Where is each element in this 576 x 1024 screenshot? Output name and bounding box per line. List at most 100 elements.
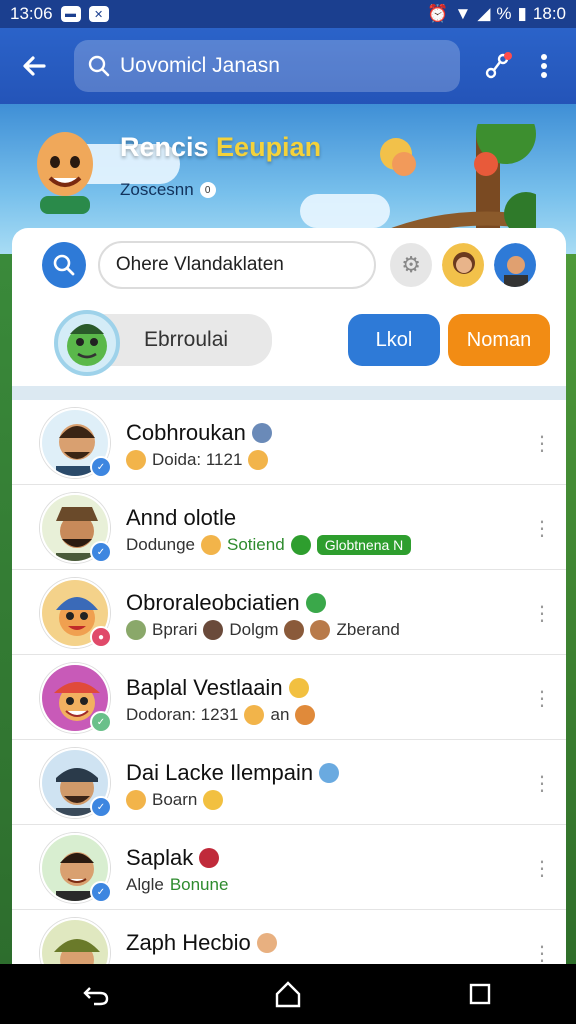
contact-subtitle: Dodoran: 1231 an: [126, 705, 316, 725]
search-button[interactable]: [42, 242, 86, 288]
check-emoji-icon: [290, 535, 311, 555]
more-vert-icon: [541, 54, 547, 78]
contact-subtitle: Doida: 1121: [126, 450, 269, 470]
settings-button[interactable]: ⚙: [390, 243, 433, 287]
contact-name: Annd olotle: [126, 505, 236, 531]
contact-subtitle-text: Dodoran: 1231: [126, 705, 239, 724]
smile-emoji-icon: [201, 535, 222, 555]
status-bar: 13:06 ▬ ✕ ⏰ ▼ ◢ % ▮ 18:0: [0, 0, 576, 28]
contact-row[interactable]: ● Obroraleobciatien Bprari Dolgm Zberand ⋮: [12, 570, 566, 655]
contact-row[interactable]: ✓ Baplal Vestlaain Dodoran: 1231 an ⋮: [12, 655, 566, 740]
face-emoji-icon: [244, 705, 265, 725]
contact-name-text: Annd olotle: [126, 505, 237, 530]
more-vert-icon: ⋮: [532, 687, 552, 710]
filter-row: Ohere Vlandaklaten ⚙: [12, 228, 566, 302]
contact-row[interactable]: ✓ Annd olotle Dodunge Sotiend Globtnena N …: [12, 485, 566, 570]
gear-icon: ⚙: [401, 252, 421, 277]
battery-icon: ▮: [517, 4, 527, 23]
contact-name-text: Baplal Vestlaain: [126, 675, 283, 700]
contact-name: Cobhroukan: [126, 420, 272, 446]
more-vert-icon: ⋮: [532, 857, 552, 880]
more-vert-icon: ⋮: [532, 772, 552, 795]
blue-action-button[interactable]: Lkol: [348, 314, 440, 366]
nav-back-button[interactable]: [76, 974, 116, 1014]
row-menu-button[interactable]: ⋮: [532, 853, 552, 883]
more-vert-icon: ⋮: [532, 602, 552, 625]
status-badge-icon: ●: [90, 626, 112, 648]
filter-input[interactable]: Ohere Vlandaklaten: [97, 241, 377, 289]
more-vert-icon: ⋮: [532, 517, 552, 540]
banner-avatar: [37, 132, 93, 214]
share-button[interactable]: [478, 46, 518, 86]
row-menu-button[interactable]: ⋮: [532, 598, 552, 628]
message-icon: ▬: [60, 6, 81, 22]
contact-row[interactable]: Zaph Hecbio ⋮: [12, 910, 566, 968]
person-emoji-icon: [284, 620, 305, 640]
avatar-woman[interactable]: [442, 243, 485, 287]
contact-subtitle: Boarn: [126, 790, 224, 810]
contact-status-text: Sotiend: [227, 535, 285, 554]
status-time: 13:06: [10, 4, 53, 23]
back-icon: [83, 987, 109, 1006]
status-badge-icon: ✓: [90, 711, 112, 733]
signal-icon: ◢: [477, 4, 491, 23]
wifi-icon: ▼: [454, 4, 472, 23]
back-button[interactable]: [14, 46, 54, 86]
app-icon: ✕: [88, 6, 109, 22]
top-search-text: Uovomicl Janasn: [120, 54, 280, 77]
contact-row[interactable]: ✓ Dai Lacke Ilempain Boarn ⋮: [12, 740, 566, 825]
woman-avatar-icon: [442, 243, 485, 287]
contact-row[interactable]: ✓ Cobhroukan Doida: 1121 ⋮: [12, 400, 566, 485]
face-emoji-icon: [256, 933, 277, 953]
chip-avatar: [54, 310, 120, 376]
contact-subtitle-extra: an: [270, 705, 290, 724]
contact-list: ✓ Cobhroukan Doida: 1121 ⋮ ✓ Annd olotle…: [12, 400, 566, 968]
row-menu-button[interactable]: ⋮: [532, 683, 552, 713]
verified-badge-icon: ✓: [90, 881, 112, 903]
contact-row[interactable]: ✓ Saplak Algle Bonune ⋮: [12, 825, 566, 910]
status-time-right: 18:0: [532, 4, 566, 23]
row-menu-button[interactable]: ⋮: [532, 513, 552, 543]
orange-action-label: Noman: [466, 328, 532, 351]
battery-text: %: [496, 4, 512, 23]
contact-name: Zaph Hecbio: [126, 930, 277, 956]
search-icon: [88, 55, 110, 77]
notification-dot: [504, 52, 512, 60]
contact-name: Obroraleobciatien: [126, 590, 326, 616]
check-emoji-icon: [305, 593, 326, 613]
contact-status-text: Bonune: [169, 875, 229, 894]
chip-label-text: Ebrroulai: [144, 328, 229, 351]
blue-action-label: Lkol: [375, 328, 413, 351]
contact-name-text: Saplak: [126, 845, 194, 870]
green-character-icon: [67, 324, 107, 366]
person-emoji-icon: [126, 620, 146, 640]
avatar-man[interactable]: [494, 243, 537, 287]
info-badge-icon: 0: [199, 182, 216, 198]
verified-badge-icon: ✓: [90, 796, 112, 818]
row-menu-button[interactable]: ⋮: [532, 428, 552, 458]
hand-emoji-icon: [203, 790, 224, 810]
contact-name-text: Obroraleobciatien: [126, 590, 300, 615]
verified-badge-icon: ✓: [90, 541, 112, 563]
alarm-icon: ⏰: [427, 4, 449, 23]
person-emoji-icon: [319, 763, 340, 783]
search-icon: [53, 254, 75, 276]
banner-subtitle-text: Zoscesnn: [120, 180, 194, 199]
lips-emoji-icon: [199, 848, 220, 868]
contact-name-text: Dai Lacke Ilempain: [126, 760, 314, 785]
nav-recents-button[interactable]: [460, 974, 500, 1014]
nav-home-button[interactable]: [268, 974, 308, 1014]
contact-name: Dai Lacke Ilempain: [126, 760, 340, 786]
row-menu-button[interactable]: ⋮: [532, 768, 552, 798]
overflow-menu-button[interactable]: [532, 46, 556, 86]
contacts-card: Ohere Vlandaklaten ⚙ Ebrroulai Lkol Noma…: [12, 228, 566, 968]
contact-item-text: Bprari: [152, 620, 198, 639]
face-emoji-icon: [295, 705, 316, 725]
contact-subtitle-text: Dodunge: [126, 535, 196, 554]
contact-avatar: [40, 918, 110, 968]
top-search-bar[interactable]: Uovomicl Janasn: [74, 40, 460, 92]
selected-chip[interactable]: Ebrroulai: [100, 314, 272, 366]
more-vert-icon: ⋮: [532, 432, 552, 455]
person-emoji-icon: [251, 423, 272, 443]
orange-action-button[interactable]: Noman: [448, 314, 550, 366]
